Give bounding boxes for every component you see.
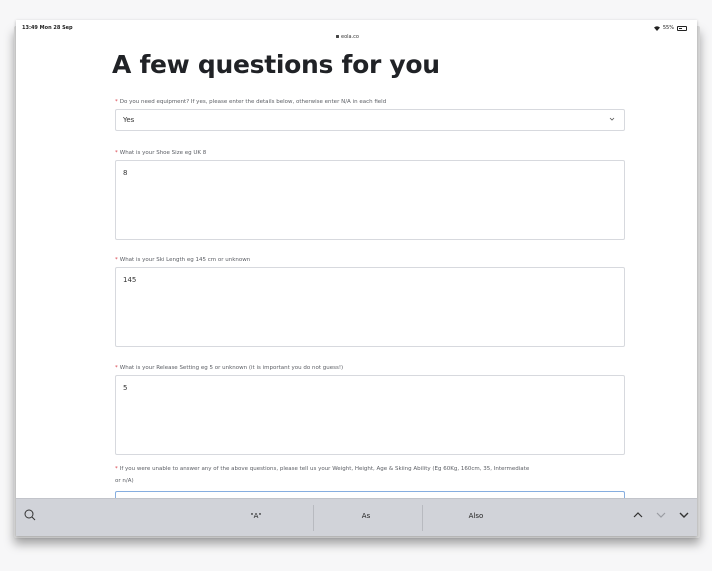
required-mark: * (115, 99, 118, 105)
shoe-size-label-text: What is your Shoe Size eg UK 8 (119, 150, 207, 156)
extra-info-label-line1: If you were unable to answer any of the … (119, 466, 530, 472)
wifi-icon (653, 25, 660, 31)
ski-length-label: * What is your Ski Length eg 145 cm or un… (115, 257, 250, 263)
url-text: eola.co (341, 34, 359, 40)
suggestion-1[interactable]: "A" (226, 512, 286, 520)
equipment-label-text: Do you need equipment? If yes, please en… (119, 99, 387, 105)
battery-icon (677, 25, 687, 31)
equipment-select[interactable]: Yes (115, 109, 625, 131)
extra-info-label-cont: or n/A) (115, 478, 134, 484)
release-setting-label: * What is your Release Setting eg 5 or un… (115, 365, 343, 371)
status-indicators: 55% (653, 25, 687, 31)
suggestion-divider (313, 505, 314, 531)
chevron-down-icon[interactable] (656, 511, 666, 519)
status-time: 13:49 Mon 28 Sep (22, 25, 73, 31)
release-setting-field[interactable]: 5 (115, 375, 625, 455)
required-mark: * (115, 466, 118, 472)
equipment-select-value: Yes (123, 116, 135, 124)
keyboard-suggestion-bar: "A" As Also (16, 498, 697, 536)
url-bar[interactable]: eola.co (336, 34, 359, 40)
tablet-screen: 13:49 Mon 28 Sep eola.co 55% A few quest… (16, 20, 697, 536)
ski-length-field[interactable]: 145 (115, 267, 625, 347)
chevron-down-icon (609, 117, 615, 121)
status-bar: 13:49 Mon 28 Sep eola.co 55% (16, 20, 697, 40)
extra-info-label: * If you were unable to answer any of the… (115, 466, 529, 472)
lock-icon (336, 35, 339, 38)
battery-percent: 55% (662, 25, 674, 31)
release-setting-label-text: What is your Release Setting eg 5 or unk… (119, 365, 344, 371)
release-setting-value: 5 (123, 384, 128, 392)
page-title: A few questions for you (112, 50, 440, 79)
dismiss-keyboard-icon[interactable] (679, 511, 689, 519)
required-mark: * (115, 150, 118, 156)
required-mark: * (115, 365, 118, 371)
suggestion-3[interactable]: Also (446, 512, 506, 520)
keyboard-toggle-icon[interactable] (24, 509, 36, 521)
suggestion-2[interactable]: As (336, 512, 396, 520)
required-mark: * (115, 257, 118, 263)
suggestion-divider (422, 505, 423, 531)
extra-info-label-line2: or n/A) (115, 478, 134, 484)
ski-length-value: 145 (123, 276, 137, 284)
shoe-size-value: 8 (123, 169, 128, 177)
chevron-up-icon[interactable] (633, 511, 643, 519)
shoe-size-field[interactable]: 8 (115, 160, 625, 240)
shoe-size-label: * What is your Shoe Size eg UK 8 (115, 150, 206, 156)
ski-length-label-text: What is your Ski Length eg 145 cm or unk… (119, 257, 251, 263)
equipment-label: * Do you need equipment? If yes, please e… (115, 99, 386, 105)
